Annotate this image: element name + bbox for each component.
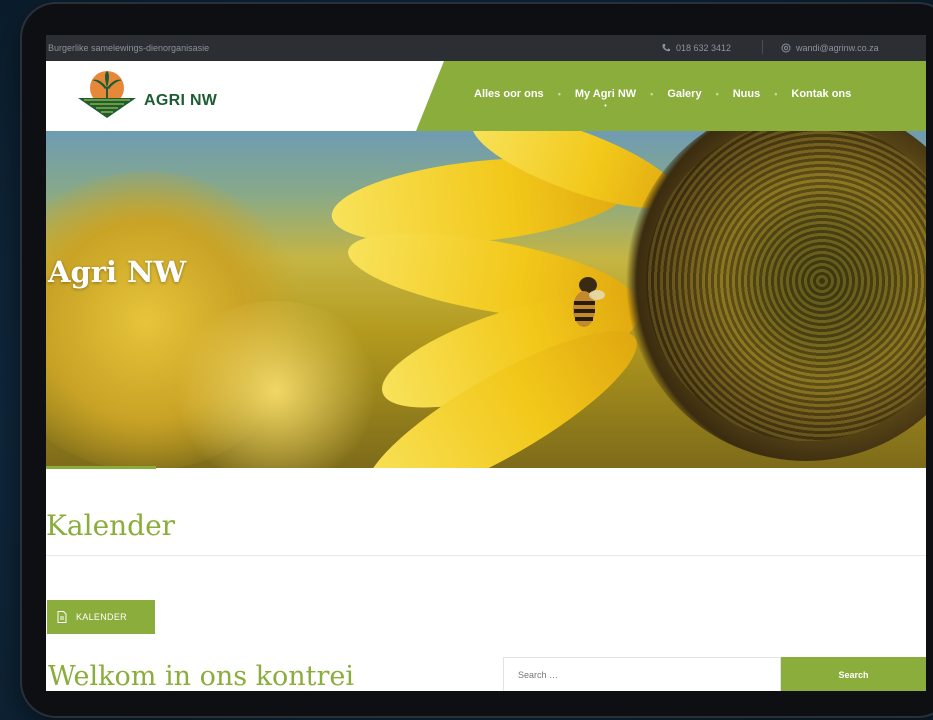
welcome-heading: Welkom in ons kontrei — [48, 661, 355, 691]
section-title-kalender: Kalender — [46, 509, 176, 542]
hero-blur-decoration — [166, 301, 386, 468]
email-address: wandi@agrinw.co.za — [796, 43, 879, 53]
nav-separator: • — [715, 89, 719, 99]
main-navigation: Alles oor ons • My Agri NW • • Galery • … — [474, 88, 851, 110]
site-logo[interactable]: AGRI NW — [76, 68, 217, 120]
search-button[interactable]: Search — [781, 657, 926, 691]
nav-item-alles-oor-ons[interactable]: Alles oor ons — [474, 88, 544, 100]
nav-item-label: My Agri NW — [574, 88, 637, 100]
kalender-button[interactable]: KALENDER — [47, 600, 155, 634]
phone-contact[interactable]: 018 632 3412 — [661, 43, 731, 53]
search-input[interactable] — [503, 657, 781, 691]
phone-icon — [662, 44, 670, 52]
logo-text: AGRI NW — [144, 92, 218, 109]
email-contact[interactable]: wandi@agrinw.co.za — [781, 43, 879, 53]
dropdown-indicator-icon: • — [604, 103, 607, 110]
hero-title: Agri NW — [48, 255, 187, 289]
at-icon — [781, 43, 791, 53]
section-divider — [46, 555, 926, 556]
site-header: AGRI NW Alles oor ons • My Agri NW • • G… — [46, 61, 926, 131]
nav-item-nuus[interactable]: Nuus — [733, 88, 761, 100]
phone-number: 018 632 3412 — [676, 43, 732, 53]
tagline: Burgerlike samelewings-dienorganisasie — [48, 43, 210, 53]
nav-separator: • — [557, 89, 561, 99]
bee-illustration — [573, 277, 605, 327]
hero-banner: Agri NW — [46, 131, 926, 468]
browser-screen: Burgerlike samelewings-dienorganisasie 0… — [46, 35, 926, 691]
nav-item-galery[interactable]: Galery — [667, 88, 701, 100]
top-info-bar: Burgerlike samelewings-dienorganisasie 0… — [46, 35, 926, 61]
nav-item-kontak-ons[interactable]: Kontak ons — [791, 88, 851, 100]
hero-accent-line — [46, 466, 156, 469]
agri-nw-logo-icon — [78, 71, 136, 118]
topbar-divider — [762, 40, 763, 54]
file-icon — [57, 611, 67, 623]
nav-separator: • — [774, 89, 778, 99]
nav-item-my-agri-nw[interactable]: My Agri NW • — [574, 88, 637, 110]
kalender-button-label: KALENDER — [76, 612, 127, 622]
nav-separator: • — [650, 89, 654, 99]
